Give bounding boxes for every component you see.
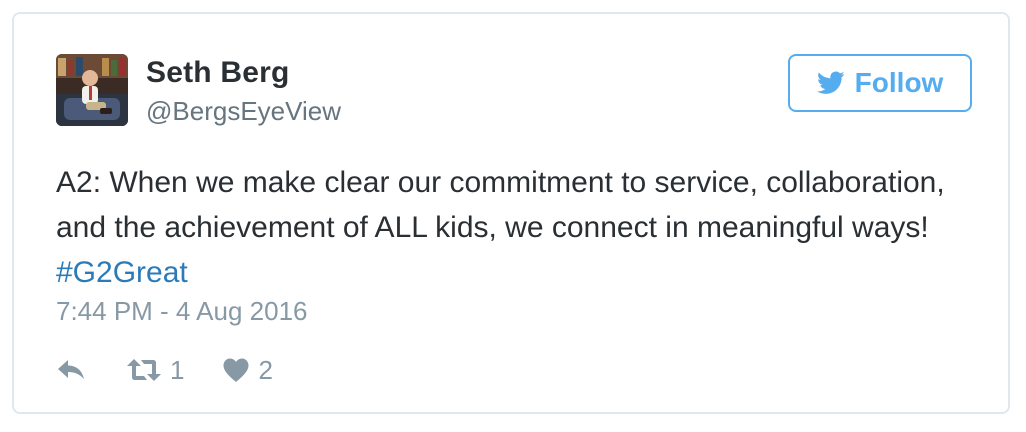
follow-button[interactable]: Follow — [788, 54, 972, 112]
tweet-body: A2: When we make clear our commitment to… — [56, 166, 945, 244]
reply-button[interactable] — [56, 358, 86, 382]
reply-icon — [56, 358, 86, 382]
hashtag-link[interactable]: #G2Great — [56, 256, 188, 289]
tweet-timestamp[interactable]: 7:44 PM - 4 Aug 2016 — [56, 296, 308, 327]
retweet-icon — [126, 357, 162, 383]
tweet-card: Seth Berg @BergsEyeView Follow A2: When … — [12, 12, 1010, 414]
retweet-count: 1 — [170, 354, 185, 385]
heart-icon — [222, 357, 250, 383]
follow-button-label: Follow — [854, 67, 944, 98]
avatar[interactable] — [56, 54, 128, 126]
author-name[interactable]: Seth Berg — [146, 56, 290, 90]
author-handle[interactable]: @BergsEyeView — [146, 96, 341, 127]
twitter-bird-icon — [816, 71, 845, 95]
tweet-text: A2: When we make clear our commitment to… — [56, 160, 976, 295]
like-button[interactable]: 2 — [222, 354, 273, 386]
like-count: 2 — [258, 354, 273, 385]
retweet-button[interactable]: 1 — [126, 355, 184, 386]
tweet-actions: 1 2 — [56, 352, 273, 388]
